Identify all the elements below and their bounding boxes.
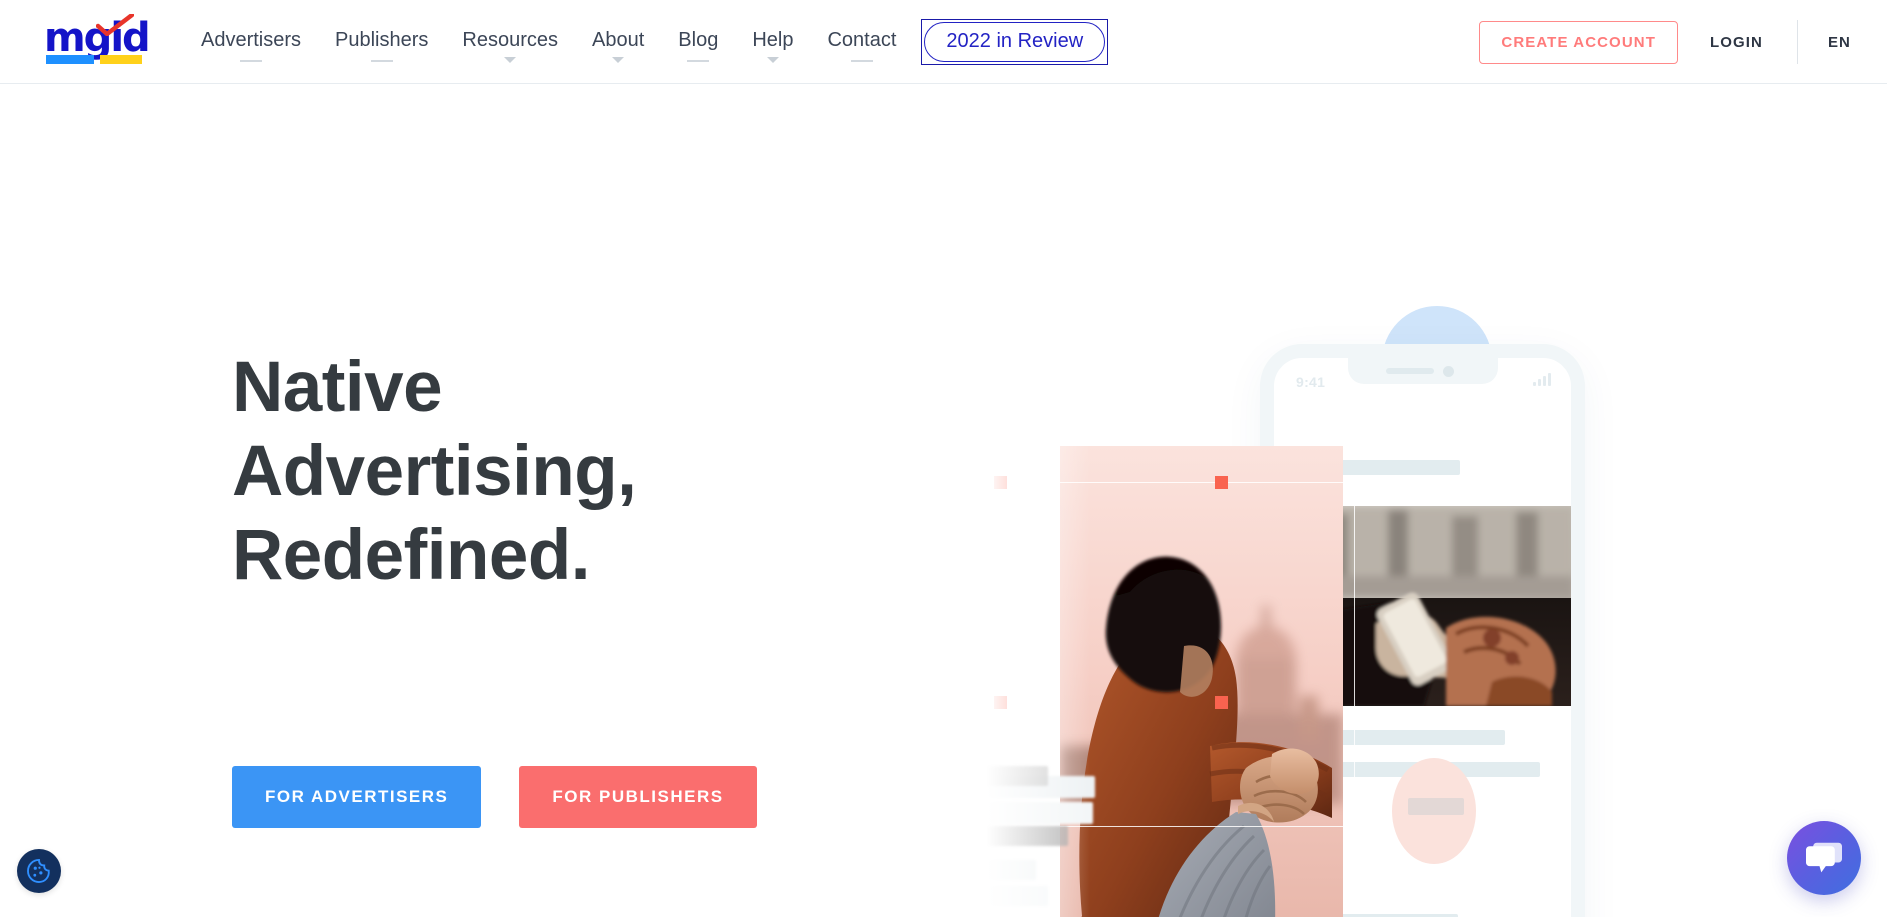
phone-signal-icon <box>1533 372 1551 386</box>
nav-label: Contact <box>827 29 897 51</box>
nav-item-blog[interactable]: Blog <box>661 0 735 84</box>
nav-item-help[interactable]: Help <box>735 0 810 84</box>
phone-status-time: 9:41 <box>1296 374 1326 390</box>
skeleton-bar <box>950 860 1036 880</box>
hero-title-line-1: Native <box>232 348 443 427</box>
hero-section: Native Advertising, Redefined. FOR ADVER… <box>0 84 1887 917</box>
page-title: Native Advertising, Redefined. <box>232 346 872 598</box>
promo-link-focus-ring[interactable]: 2022 in Review <box>921 19 1109 65</box>
skeleton-bar <box>918 886 1048 906</box>
chevron-down-icon <box>612 57 625 63</box>
handshake-photo <box>1060 446 1343 917</box>
cookie-icon <box>27 859 50 883</box>
nav-label: Advertisers <box>201 29 302 51</box>
hero-cta-group: FOR ADVERTISERS FOR PUBLISHERS <box>232 766 757 828</box>
phone-camera-icon <box>1442 366 1454 377</box>
chat-widget-button[interactable] <box>1787 821 1861 895</box>
underline-marker <box>240 60 263 62</box>
underline-marker <box>370 60 393 62</box>
skeleton-bar <box>978 826 1068 846</box>
for-publishers-button[interactable]: FOR PUBLISHERS <box>519 766 757 828</box>
nav-item-about[interactable]: About <box>575 0 661 84</box>
mgid-logo[interactable]: mgid <box>44 14 151 66</box>
selection-handle-bottom-right[interactable] <box>1215 696 1228 709</box>
nav-label: Publishers <box>335 29 429 51</box>
phone-speaker-icon <box>1385 368 1434 374</box>
featured-ad-card <box>1060 446 1343 917</box>
chevron-down-icon <box>766 57 779 63</box>
logo-bar-blue <box>46 55 94 64</box>
nav-item-advertisers[interactable]: Advertisers <box>184 0 318 84</box>
hero-title-line-3: Redefined. <box>232 516 590 595</box>
underline-marker <box>850 60 873 62</box>
promo-link-2022-in-review[interactable]: 2022 in Review <box>924 22 1106 62</box>
skeleton-bar <box>888 802 1093 824</box>
nav-label: About <box>592 29 645 51</box>
main-navigation: Advertisers Publishers Resources About B… <box>184 0 1109 84</box>
underline-marker <box>687 60 710 62</box>
login-button[interactable]: LOGIN <box>1710 34 1763 51</box>
for-advertisers-button[interactable]: FOR ADVERTISERS <box>232 766 482 828</box>
header-divider <box>1796 20 1798 64</box>
nav-item-contact[interactable]: Contact <box>810 0 913 84</box>
logo-bar-yellow <box>100 55 142 64</box>
selection-handle-top-left[interactable] <box>994 476 1007 489</box>
nav-label: Resources <box>462 29 559 51</box>
language-switcher[interactable]: EN <box>1828 34 1851 51</box>
phone-notch <box>1347 358 1498 384</box>
selection-handle-bottom-left[interactable] <box>994 696 1007 709</box>
nav-label: Blog <box>678 29 719 51</box>
chevron-down-icon <box>504 57 517 63</box>
logo-check-icon <box>96 14 134 36</box>
create-account-button[interactable]: CREATE ACCOUNT <box>1479 20 1678 64</box>
skeleton-bar <box>978 766 1048 786</box>
hero-copy: Native Advertising, Redefined. <box>232 346 872 598</box>
selection-handle-top-right[interactable] <box>1215 476 1228 489</box>
header-actions: CREATE ACCOUNT LOGIN EN <box>1479 0 1851 84</box>
cookie-settings-button[interactable] <box>17 849 61 893</box>
hero-title-line-2: Advertising, <box>232 432 637 511</box>
hero-illustration: 9:41 <box>860 144 1887 917</box>
chat-bubbles-icon <box>1806 842 1842 873</box>
nav-item-resources[interactable]: Resources <box>445 0 575 84</box>
phone-placeholder-bar <box>1408 798 1464 815</box>
nav-label: Help <box>752 29 794 51</box>
site-header: mgid Advertisers Publishers Resources Ab… <box>0 0 1887 84</box>
nav-item-publishers[interactable]: Publishers <box>318 0 445 84</box>
